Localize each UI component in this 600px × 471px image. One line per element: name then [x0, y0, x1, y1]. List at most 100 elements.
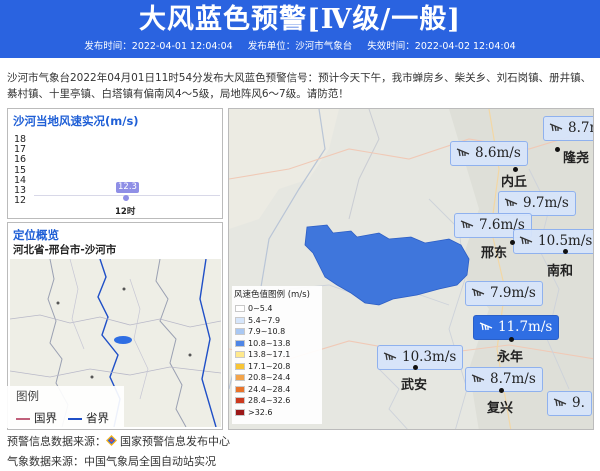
wind-legend-swatch — [235, 374, 245, 381]
wind-legend-label: >32.6 — [248, 407, 273, 417]
city-dot — [499, 388, 504, 393]
publish-time: 发布时间：2022-04-01 12:04:04 — [84, 41, 233, 52]
wind-legend-label: 13.8~17.1 — [248, 350, 291, 359]
wind-legend-label: 17.1~20.8 — [248, 361, 291, 371]
city-dot — [555, 147, 560, 152]
wind-legend-swatch — [235, 362, 245, 370]
city-dot — [413, 365, 418, 370]
wind-legend-label: 7.9~10.8 — [248, 327, 286, 336]
wind-legend-title: 风速色值图例 (m/s) — [234, 290, 310, 300]
province-border-swatch — [68, 417, 82, 420]
city-dot — [509, 337, 514, 342]
wind-legend-row: 17.1~20.8 — [232, 361, 322, 373]
wind-barb-icon — [471, 374, 485, 383]
station-badge[interactable]: 9. — [547, 391, 592, 416]
wind-panel-title: 沙河当地风速实况(m/s) — [13, 114, 139, 128]
wind-legend-swatch — [235, 397, 245, 404]
publisher: 发布单位：沙河市气象台 — [247, 41, 353, 52]
wind-legend-swatch — [235, 328, 245, 335]
national-border-swatch — [16, 417, 30, 420]
wind-legend-label: 10.8~13.8 — [248, 338, 291, 348]
wind-legend-row: >32.6 — [232, 407, 322, 419]
warning-meta: 发布时间：2022-04-01 12:04:04 发布单位：沙河市气象台 失效时… — [0, 40, 600, 54]
wind-legend-label: 28.4~32.6 — [248, 396, 291, 405]
warning-description: 沙河市气象台2022年04月01日11时54分发布大风蓝色预警信号：预计今天下午… — [7, 72, 592, 100]
warning-header: 大风蓝色预警[Ⅳ级/一般] 发布时间：2022-04-01 12:04:04 发… — [0, 0, 600, 58]
x-tick-label: 12时 — [115, 207, 136, 217]
wind-legend-swatch — [235, 316, 245, 324]
wind-legend-row: 10.8~13.8 — [232, 338, 322, 350]
location-title: 定位概览 — [13, 228, 59, 242]
station-badge[interactable]: 8.7m/s — [465, 367, 543, 392]
station-value: 11.7m/s — [498, 319, 553, 335]
wind-legend-swatch — [235, 305, 245, 312]
wind-legend-row: 0~5.4 — [232, 303, 322, 315]
wind-legend-label: 24.4~28.4 — [248, 384, 291, 394]
wind-barb-icon — [471, 288, 485, 297]
overview-legend-title: 图例 — [16, 389, 39, 403]
warning-center-logo-icon — [106, 435, 117, 446]
wind-barb-icon — [460, 220, 474, 229]
city-label: 内丘 — [501, 175, 528, 190]
wind-barb-icon — [479, 322, 493, 331]
wind-legend-row: 28.4~32.6 — [232, 395, 322, 407]
station-value: 9.7m/s — [523, 195, 569, 211]
city-dot — [510, 240, 515, 245]
legend-item-province-border: 省界 — [68, 410, 109, 426]
station-value: 7.9m/s — [490, 285, 536, 301]
wind-legend-swatch — [235, 351, 245, 358]
city-label: 永年 — [497, 350, 524, 365]
warning-title: 大风蓝色预警[Ⅳ级/一般] — [138, 4, 462, 35]
wind-color-legend: 风速色值图例 (m/s) 0~5.4 5.4~7.9 7.9~10.8 10.8… — [232, 286, 322, 424]
warning-source-line: 预警信息数据来源： 国家预警信息发布中心 — [7, 433, 230, 449]
station-value: 8.7m/s — [490, 371, 536, 387]
station-value: 10.5m/s — [538, 233, 593, 249]
station-badge[interactable]: 8.7m/s — [543, 116, 593, 141]
national-border-label: 国界 — [34, 411, 57, 425]
wind-barb-icon — [504, 198, 518, 207]
wind-speed-panel: 沙河当地风速实况(m/s) 18 17 16 15 14 13 12 12.3 12时 — [7, 108, 223, 219]
wind-legend-swatch — [235, 408, 245, 416]
station-badge-highlight[interactable]: 11.7m/s — [473, 315, 560, 340]
y-tick-label: 12 — [14, 195, 27, 206]
wind-barb-icon — [519, 236, 533, 245]
city-label: 南和 — [547, 264, 574, 279]
city-dot — [563, 249, 568, 254]
station-value: 8.6m/s — [475, 145, 521, 161]
legend-item-national-border: 国界 — [16, 410, 57, 426]
wind-legend-swatch — [235, 385, 245, 393]
overview-legend: 图例 国界 省界 — [6, 386, 124, 428]
warning-source-label: 预警信息数据来源： — [7, 435, 106, 448]
wind-legend-label: 5.4~7.9 — [248, 315, 281, 325]
city-label: 隆尧 — [563, 151, 590, 166]
station-value: 9. — [572, 395, 585, 411]
wind-legend-row: 7.9~10.8 — [232, 326, 322, 338]
expire-time: 失效时间：2022-04-02 12:04:04 — [367, 41, 516, 52]
station-badge[interactable]: 7.9m/s — [465, 281, 543, 306]
province-border-label: 省界 — [86, 411, 109, 425]
wind-legend-row: 5.4~7.9 — [232, 315, 322, 327]
weather-source-line: 气象数据来源：中国气象局全国自动站实况 — [7, 455, 216, 468]
warning-source-name[interactable]: 国家预警信息发布中心 — [120, 435, 230, 448]
city-label: 邢东 — [481, 246, 508, 261]
station-badge[interactable]: 8.6m/s — [450, 141, 528, 166]
location-name: 河北省-邢台市-沙河市 — [13, 244, 117, 256]
wind-legend-row: 24.4~28.4 — [232, 384, 322, 396]
station-badge[interactable]: 10.3m/s — [377, 345, 464, 370]
wind-legend-label: 20.8~24.4 — [248, 373, 291, 382]
station-value: 8.7m/s — [568, 120, 593, 136]
city-label: 武安 — [401, 378, 428, 393]
station-value: 10.3m/s — [402, 349, 457, 365]
data-label: 12.3 — [116, 181, 139, 193]
wind-barb-icon — [383, 352, 397, 361]
wind-legend-row: 20.8~24.4 — [232, 372, 322, 384]
wind-barb-icon — [553, 398, 567, 407]
wind-legend-row: 13.8~17.1 — [232, 349, 322, 361]
wind-barb-icon — [456, 148, 470, 157]
station-badge[interactable]: 10.5m/s — [513, 229, 593, 254]
wind-barb-icon — [549, 123, 563, 132]
data-point[interactable] — [123, 194, 129, 201]
wind-legend-swatch — [235, 339, 245, 347]
city-label: 复兴 — [487, 401, 514, 416]
wind-legend-label: 0~5.4 — [248, 304, 273, 313]
